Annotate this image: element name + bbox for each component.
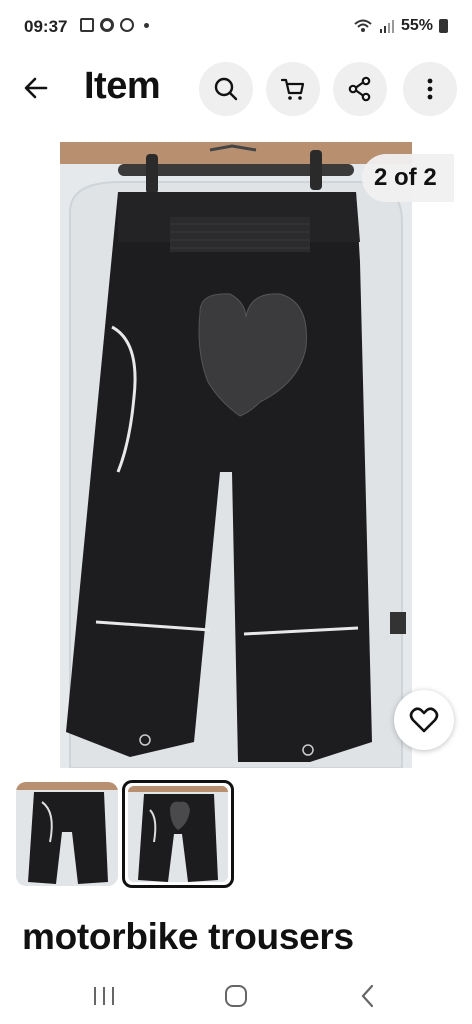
battery-icon xyxy=(439,19,448,33)
battery-percent: 55% xyxy=(400,17,433,34)
back-icon xyxy=(361,984,374,1008)
status-right: 55% xyxy=(353,17,448,35)
thumbnail-image xyxy=(128,786,228,882)
product-image-gallery[interactable] xyxy=(60,142,412,768)
image-icon xyxy=(80,18,94,32)
status-time: 09:37 xyxy=(24,17,68,36)
thumbnail-2-selected[interactable] xyxy=(122,780,234,888)
thumbnail-2-inner xyxy=(128,786,228,882)
recents-icon xyxy=(94,987,114,1005)
item-title: motorbike trousers xyxy=(22,916,354,957)
more-button[interactable] xyxy=(403,62,457,116)
share-icon xyxy=(348,76,371,102)
home-icon xyxy=(225,985,247,1007)
chrome-icon xyxy=(100,18,114,32)
status-bar: 09:37 55% xyxy=(0,0,472,56)
page-title: Item xyxy=(84,65,161,107)
signal-icon xyxy=(379,20,394,33)
thumbnail-image xyxy=(16,782,118,886)
share-button[interactable] xyxy=(333,62,387,116)
status-notification-icons xyxy=(80,18,149,32)
system-navigation-bar xyxy=(0,966,472,1024)
dot-icon xyxy=(144,22,149,28)
more-icon xyxy=(427,78,433,100)
cart-button[interactable] xyxy=(266,62,320,116)
back-button[interactable] xyxy=(20,72,52,104)
app-bar: Item xyxy=(0,58,472,118)
wifi-icon xyxy=(354,19,372,32)
product-photo xyxy=(60,142,412,768)
search-icon xyxy=(214,77,238,101)
home-button[interactable] xyxy=(206,976,266,1016)
thumbnail-1[interactable] xyxy=(16,782,118,886)
search-button[interactable] xyxy=(199,62,253,116)
circle-icon xyxy=(120,18,134,32)
favourite-button[interactable] xyxy=(394,690,454,750)
cart-icon xyxy=(280,78,305,100)
system-back-button[interactable] xyxy=(338,976,398,1016)
heart-icon xyxy=(409,707,439,733)
image-counter: 2 of 2 xyxy=(362,154,454,202)
arrow-left-icon xyxy=(24,77,48,99)
recents-button[interactable] xyxy=(74,976,134,1016)
